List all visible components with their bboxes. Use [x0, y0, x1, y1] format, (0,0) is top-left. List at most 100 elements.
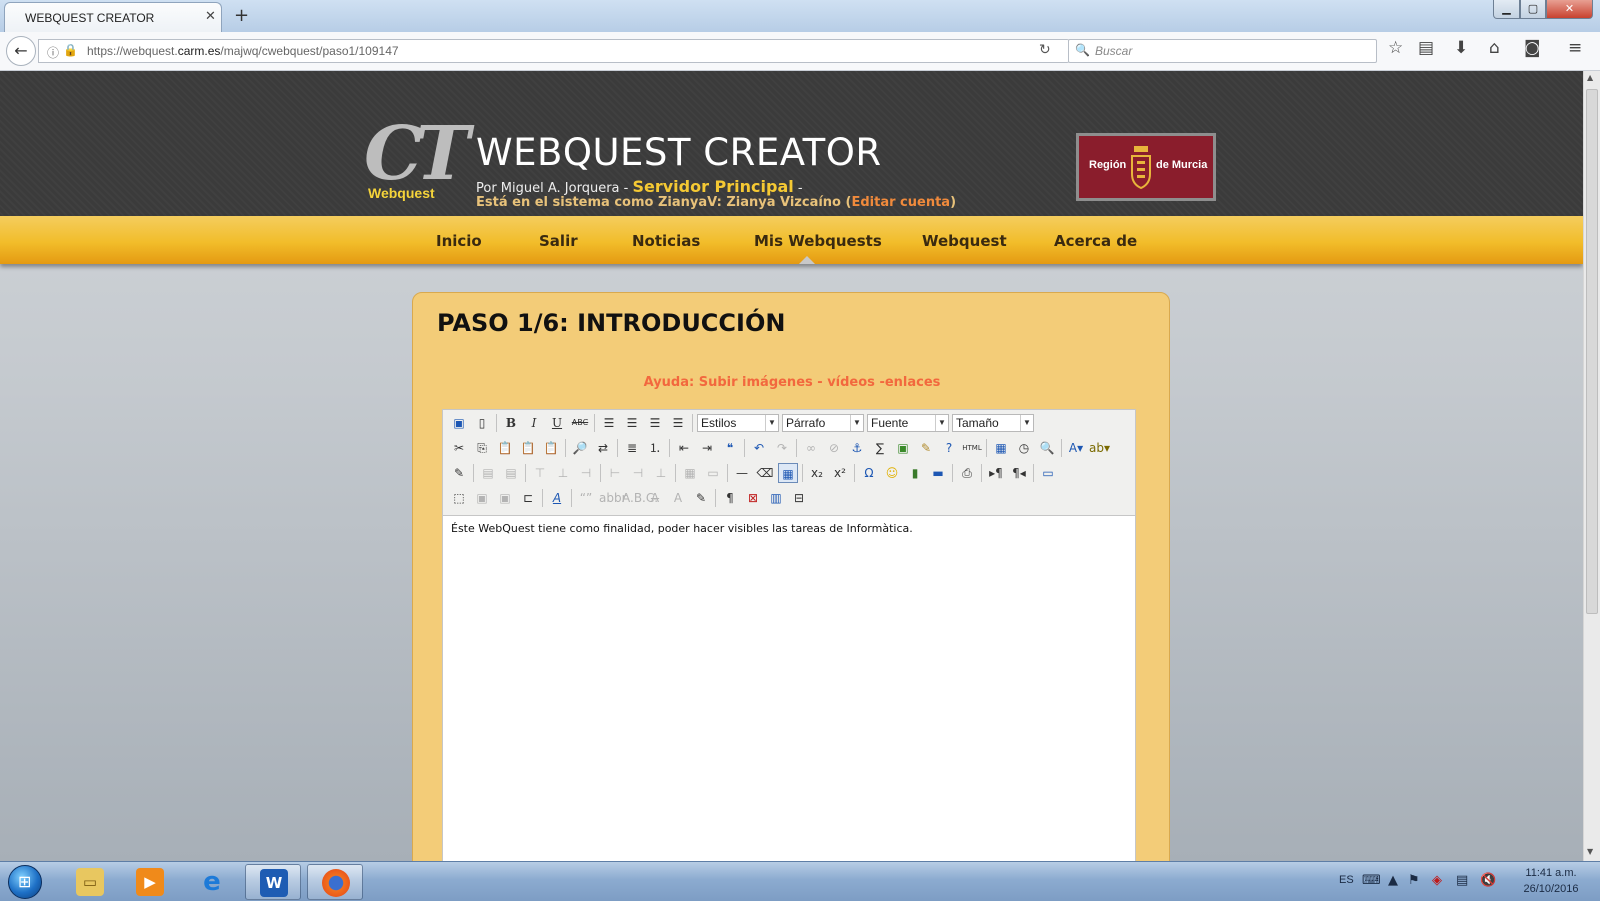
taskbar-word[interactable]: W [245, 864, 301, 900]
help-icon[interactable]: ? [939, 438, 959, 458]
delete-row-icon[interactable]: ⊣ [576, 463, 596, 483]
text-color-icon[interactable]: A▾ [1066, 438, 1086, 458]
template-icon[interactable]: ▥ [766, 488, 786, 508]
numbered-list-icon[interactable]: ⒈ [645, 438, 665, 458]
reload-icon[interactable]: ↻ [1039, 42, 1051, 58]
blockquote-icon[interactable]: ❝ [720, 438, 740, 458]
menu-item-inicio[interactable]: Inicio [436, 232, 482, 250]
menu-item-acerca-de[interactable]: Acerca de [1054, 232, 1137, 250]
tab-close-icon[interactable]: ✕ [205, 9, 216, 24]
emoticon-icon[interactable]: ☺ [882, 463, 902, 483]
media-icon[interactable]: ▮ [905, 463, 925, 483]
paste-text-icon[interactable]: 📋 [518, 438, 538, 458]
insert-row-before-icon[interactable]: ⊤ [530, 463, 550, 483]
address-bar[interactable]: ⓘ 🔒 https://webquest.carm.es/majwq/cwebq… [38, 39, 1070, 63]
show-hidden-icons[interactable]: ▲ [1388, 873, 1398, 888]
align-center-icon[interactable]: ☰ [622, 413, 642, 433]
clock-date[interactable]: 26/10/2016 [1516, 883, 1586, 895]
superscript-icon[interactable]: x² [830, 463, 850, 483]
new-document-icon[interactable]: ▯ [472, 413, 492, 433]
rtl-icon[interactable]: ¶◂ [1009, 463, 1029, 483]
keyboard-icon[interactable]: ⌨ [1362, 873, 1381, 888]
paste-word-icon[interactable]: 📋 [541, 438, 561, 458]
language-indicator[interactable]: ES [1339, 874, 1354, 886]
outdent-icon[interactable]: ⇤ [674, 438, 694, 458]
redo-icon[interactable]: ↷ [772, 438, 792, 458]
table-cell-props-icon[interactable]: ▤ [501, 463, 521, 483]
start-button[interactable]: ⊞ [8, 865, 42, 899]
unlink-icon[interactable]: ⊘ [824, 438, 844, 458]
paragraph-format-select[interactable]: Párrafo ▼ [782, 414, 864, 432]
menu-item-mis-webquests[interactable]: Mis Webquests [754, 232, 882, 250]
move-backward-icon[interactable]: ▣ [495, 488, 515, 508]
formula-icon[interactable]: ∑ [870, 438, 890, 458]
insert-col-after-icon[interactable]: ⊣ [628, 463, 648, 483]
align-right-icon[interactable]: ☰ [645, 413, 665, 433]
font-family-select[interactable]: Fuente ▼ [867, 414, 949, 432]
italic-button[interactable]: I [524, 413, 544, 433]
anchor-icon[interactable]: ⚓ [847, 438, 867, 458]
attributes-icon[interactable]: ✎ [691, 488, 711, 508]
insert-col-before-icon[interactable]: ⊢ [605, 463, 625, 483]
taskbar-internet-explorer[interactable]: e [184, 864, 240, 900]
save-icon[interactable]: ▣ [449, 413, 469, 433]
home-icon[interactable]: ⌂ [1489, 38, 1500, 58]
horizontal-rule-icon[interactable]: — [732, 463, 752, 483]
scroll-down-icon[interactable]: ▼ [1587, 847, 1593, 856]
insert-time-icon[interactable]: ◷ [1014, 438, 1034, 458]
insertion-icon[interactable]: A [668, 488, 688, 508]
scrollbar-thumb[interactable] [1586, 89, 1598, 614]
split-cells-icon[interactable]: ▦ [680, 463, 700, 483]
highlight-color-icon[interactable]: ab▾ [1089, 438, 1110, 458]
merge-cells-icon[interactable]: ▭ [703, 463, 723, 483]
browser-tab[interactable]: WEBQUEST CREATOR ✕ [4, 2, 222, 32]
paste-icon[interactable]: 📋 [495, 438, 515, 458]
cleanup-icon[interactable]: ✎ [916, 438, 936, 458]
font-size-select[interactable]: Tamaño ▼ [952, 414, 1034, 432]
absolute-position-icon[interactable]: ⊏ [518, 488, 538, 508]
taskbar-firefox[interactable] [307, 864, 363, 900]
region-murcia-logo[interactable]: Región de Murcia [1076, 133, 1216, 201]
find-icon[interactable]: 🔎 [570, 438, 590, 458]
delete-col-icon[interactable]: ⊥ [651, 463, 671, 483]
page-break-icon[interactable]: ⊟ [789, 488, 809, 508]
align-left-icon[interactable]: ☰ [599, 413, 619, 433]
help-link[interactable]: Ayuda: Subir imágenes - vídeos -enlaces [413, 375, 1171, 390]
edit-account-link[interactable]: Editar cuenta [851, 195, 950, 210]
pocket-icon[interactable]: ◙ [1524, 38, 1541, 58]
minimize-button[interactable]: ▁ [1493, 0, 1520, 19]
close-window-button[interactable]: ✕ [1546, 0, 1593, 19]
search-input[interactable]: 🔍 Buscar [1068, 39, 1377, 63]
edit-icon[interactable]: ✎ [449, 463, 469, 483]
insert-date-icon[interactable]: ▦ [991, 438, 1011, 458]
vertical-scrollbar[interactable]: ▲ ▼ [1583, 71, 1600, 861]
lock-warning-icon[interactable]: 🔒 [63, 43, 78, 57]
abbreviation-icon[interactable]: abbr [599, 488, 627, 508]
action-center-flag-icon[interactable]: ⚑ [1408, 873, 1420, 888]
download-icon[interactable]: ⬇ [1454, 38, 1468, 58]
copy-icon[interactable]: ⎘ [472, 438, 492, 458]
special-char-icon[interactable]: Ω [859, 463, 879, 483]
cut-icon[interactable]: ✂ [449, 438, 469, 458]
deletion-icon[interactable]: A [645, 488, 665, 508]
volume-muted-icon[interactable]: 🔇 [1480, 873, 1496, 888]
nonbreaking-icon[interactable]: ⊠ [743, 488, 763, 508]
menu-item-salir[interactable]: Salir [539, 232, 578, 250]
undo-icon[interactable]: ↶ [749, 438, 769, 458]
subscript-icon[interactable]: x₂ [807, 463, 827, 483]
replace-icon[interactable]: ⇄ [593, 438, 613, 458]
strikethrough-button[interactable]: ABC [570, 413, 590, 433]
info-icon[interactable]: ⓘ [47, 44, 59, 61]
insert-layer-icon[interactable]: ⬚ [449, 488, 469, 508]
menu-item-webquest[interactable]: Webquest [922, 232, 1007, 250]
align-justify-icon[interactable]: ☰ [668, 413, 688, 433]
clock-time[interactable]: 11:41 a.m. [1516, 867, 1586, 879]
html-source-button[interactable]: HTML [962, 438, 982, 458]
styleprops-icon[interactable]: A [547, 488, 567, 508]
editor-content-text[interactable]: Éste WebQuest tiene como finalidad, pode… [451, 522, 913, 535]
image-icon[interactable]: ▣ [893, 438, 913, 458]
insert-row-after-icon[interactable]: ⊥ [553, 463, 573, 483]
styles-select[interactable]: Estilos ▼ [697, 414, 779, 432]
new-tab-icon[interactable]: + [234, 5, 249, 26]
insert-table-icon[interactable]: ▦ [778, 463, 798, 483]
